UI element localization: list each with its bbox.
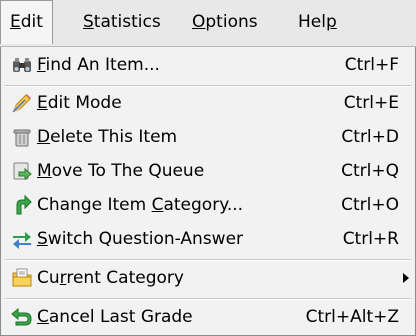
- edit-menu-dropdown: Find An Item... Ctrl+F Edit Mode Ctrl+E …: [0, 47, 416, 336]
- menu-options[interactable]: Options: [183, 0, 267, 44]
- menu-item-change-item-category[interactable]: Change Item Category... Ctrl+O: [1, 188, 415, 222]
- menu-item-shortcut: Ctrl+Alt+Z: [305, 307, 399, 327]
- menu-item-label: Current Category: [37, 268, 184, 288]
- menu-item-label: Delete This Item: [37, 127, 178, 147]
- undo-icon: [11, 306, 33, 328]
- menu-item-shortcut: Ctrl+F: [344, 55, 399, 75]
- menu-item-switch-question-answer[interactable]: Switch Question-Answer Ctrl+R: [1, 222, 415, 256]
- binoculars-icon: [11, 54, 33, 76]
- menu-item-label: Change Item Category...: [37, 195, 244, 215]
- menu-item-shortcut: Ctrl+D: [341, 127, 399, 147]
- menu-help[interactable]: Help: [289, 0, 346, 44]
- curved-arrow-icon: [11, 194, 33, 216]
- folder-icon: [11, 267, 33, 289]
- submenu-arrow-icon: [403, 273, 409, 283]
- menu-item-label: Find An Item...: [37, 55, 160, 75]
- menu-item-edit-mode[interactable]: Edit Mode Ctrl+E: [1, 86, 415, 120]
- menu-item-find-an-item[interactable]: Find An Item... Ctrl+F: [1, 48, 415, 82]
- menu-bar: Edit Statistics Options Help: [0, 0, 416, 47]
- menu-item-shortcut: Ctrl+R: [342, 229, 399, 249]
- swap-icon: [11, 228, 33, 250]
- pencil-icon: [11, 92, 33, 114]
- menu-item-shortcut: Ctrl+O: [341, 195, 399, 215]
- menu-item-shortcut: Ctrl+Q: [341, 161, 399, 181]
- menu-item-cancel-last-grade[interactable]: Cancel Last Grade Ctrl+Alt+Z: [1, 300, 415, 334]
- move-queue-icon: [11, 160, 33, 182]
- menu-item-shortcut: Ctrl+E: [343, 93, 399, 113]
- menu-item-label: Edit Mode: [37, 93, 122, 113]
- trash-icon: [11, 126, 33, 148]
- menu-statistics[interactable]: Statistics: [74, 0, 170, 44]
- menu-item-current-category[interactable]: Current Category: [1, 261, 415, 295]
- menu-item-label: Cancel Last Grade: [37, 307, 193, 327]
- menu-item-delete-this-item[interactable]: Delete This Item Ctrl+D: [1, 120, 415, 154]
- menu-item-move-to-the-queue[interactable]: Move To The Queue Ctrl+Q: [1, 154, 415, 188]
- menu-item-label: Move To The Queue: [37, 161, 205, 181]
- menu-item-label: Switch Question-Answer: [37, 229, 244, 249]
- menu-edit[interactable]: Edit: [0, 0, 53, 44]
